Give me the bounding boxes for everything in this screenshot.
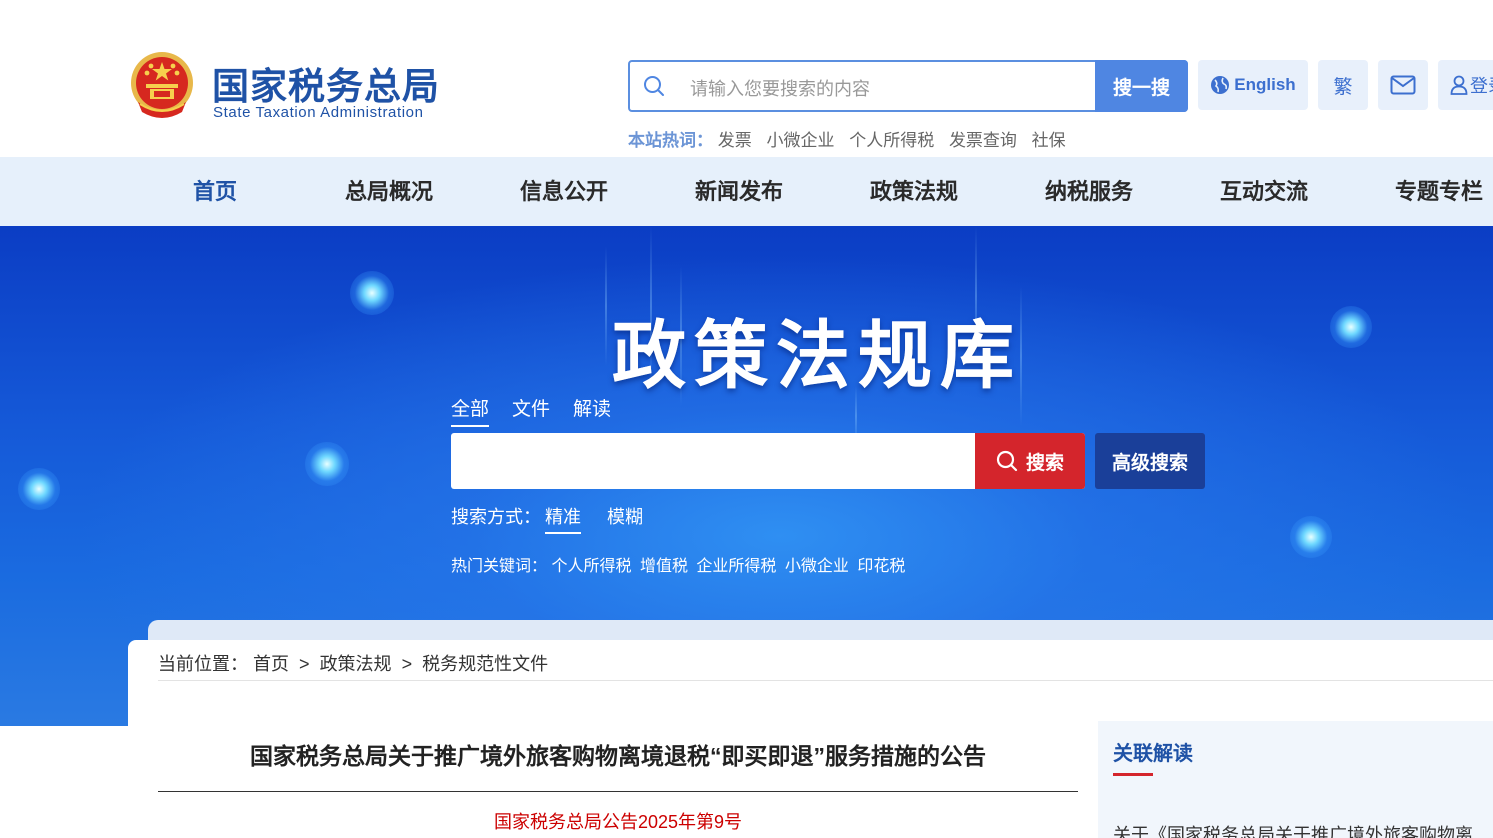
hot-word-link[interactable]: 发票查询: [949, 131, 1017, 150]
english-button[interactable]: English: [1198, 60, 1308, 110]
search-mode-label: 搜索方式：: [451, 507, 541, 527]
related-item-link[interactable]: 关于《国家税务总局关于推广境外旅客购物离: [1113, 821, 1473, 838]
hot-words: 本站热词： 发票 小微企业 个人所得税 发票查询 社保: [628, 126, 1076, 151]
user-icon: [1450, 75, 1468, 95]
hot-keywords: 热门关键词： 个人所得税 增值税 企业所得税 小微企业 印花税: [451, 552, 909, 576]
login-button[interactable]: 登录: [1438, 60, 1493, 110]
hot-word-link[interactable]: 小微企业: [766, 131, 834, 150]
nav-item-news[interactable]: 新闻发布: [695, 157, 783, 226]
site-title[interactable]: 国家税务总局: [212, 56, 440, 110]
site-search-box[interactable]: 请输入您要搜索的内容 搜一搜: [628, 60, 1188, 112]
tab-interpretations[interactable]: 解读: [573, 394, 611, 425]
breadcrumb-separator: >: [401, 654, 413, 674]
banner-light: [305, 442, 349, 486]
nav-item-policy[interactable]: 政策法规: [870, 157, 958, 226]
related-title: 关联解读: [1113, 743, 1193, 765]
nav-item-interaction[interactable]: 互动交流: [1220, 157, 1308, 226]
traditional-chinese-button[interactable]: 繁: [1318, 60, 1368, 110]
hot-keyword-link[interactable]: 小微企业: [785, 558, 849, 575]
document-number: 国家税务总局公告2025年第9号: [493, 812, 743, 832]
hot-keyword-link[interactable]: 增值税: [640, 558, 688, 575]
banner-title: 政策法规库: [612, 296, 1022, 403]
nav-item-service[interactable]: 纳税服务: [1045, 157, 1133, 226]
search-icon: [996, 450, 1018, 472]
banner-light: [18, 468, 60, 510]
tab-documents[interactable]: 文件: [512, 394, 550, 425]
hot-word-link[interactable]: 个人所得税: [849, 131, 934, 150]
banner-light: [350, 271, 394, 315]
hot-keyword-link[interactable]: 个人所得税: [551, 558, 631, 575]
site-header: 国家税务总局 State Taxation Administration 请输入…: [0, 0, 1493, 157]
hot-keyword-link[interactable]: 印花税: [857, 558, 905, 575]
mode-fuzzy[interactable]: 模糊: [607, 503, 643, 532]
content-card: 当前位置： 首页 > 政策法规 > 税务规范性文件 国家税务总局关于推广境外旅客…: [128, 640, 1493, 838]
nav-item-home[interactable]: 首页: [193, 157, 237, 226]
breadcrumb-label: 当前位置：: [158, 654, 248, 674]
site-subtitle: State Taxation Administration: [213, 104, 424, 121]
tab-all[interactable]: 全部: [451, 394, 490, 427]
breadcrumb: 当前位置： 首页 > 政策法规 > 税务规范性文件: [158, 650, 553, 676]
banner-decoration: [605, 246, 607, 366]
advanced-search-button[interactable]: 高级搜索: [1095, 433, 1205, 489]
search-button[interactable]: 搜一搜: [1095, 60, 1188, 112]
banner-light: [1290, 516, 1332, 558]
nav-item-overview[interactable]: 总局概况: [345, 157, 433, 226]
breadcrumb-home[interactable]: 首页: [253, 654, 289, 674]
mail-button[interactable]: [1378, 60, 1428, 110]
hot-keywords-label: 热门关键词：: [451, 558, 548, 575]
breadcrumb-current[interactable]: 税务规范性文件: [422, 654, 548, 674]
article-title: 国家税务总局关于推广境外旅客购物离境退税“即买即退”服务措施的公告: [250, 743, 986, 769]
mail-icon: [1390, 75, 1416, 95]
hot-word-link[interactable]: 社保: [1032, 131, 1066, 150]
related-panel: 关联解读 关于《国家税务总局关于推广境外旅客购物离: [1098, 721, 1493, 838]
breadcrumb-policy[interactable]: 政策法规: [320, 654, 392, 674]
hot-word-link[interactable]: 发票: [718, 131, 752, 150]
policy-search-label: 搜索: [1025, 452, 1064, 474]
divider: [158, 791, 1078, 792]
hot-words-label: 本站热词：: [628, 131, 713, 150]
national-emblem-icon[interactable]: [128, 50, 196, 122]
nav-item-topics[interactable]: 专题专栏: [1395, 157, 1483, 226]
nav-item-disclosure[interactable]: 信息公开: [520, 157, 608, 226]
search-icon: [644, 76, 664, 96]
divider: [158, 680, 1493, 681]
policy-search-button[interactable]: 搜索: [975, 433, 1085, 489]
breadcrumb-separator: >: [299, 654, 310, 674]
english-label: English: [1234, 75, 1296, 94]
main-nav: 首页 总局概况 信息公开 新闻发布 政策法规 纳税服务 互动交流 专题专栏: [0, 157, 1493, 226]
policy-search-input[interactable]: 搜索: [451, 433, 1085, 489]
hot-keyword-link[interactable]: 企业所得税: [696, 558, 776, 575]
globe-icon: [1211, 76, 1230, 94]
login-label: 登录: [1470, 76, 1493, 96]
banner-light: [1330, 306, 1372, 348]
search-input[interactable]: 请输入您要搜索的内容: [690, 75, 870, 101]
related-title-underline: [1113, 773, 1153, 776]
mode-exact[interactable]: 精准: [545, 503, 581, 534]
